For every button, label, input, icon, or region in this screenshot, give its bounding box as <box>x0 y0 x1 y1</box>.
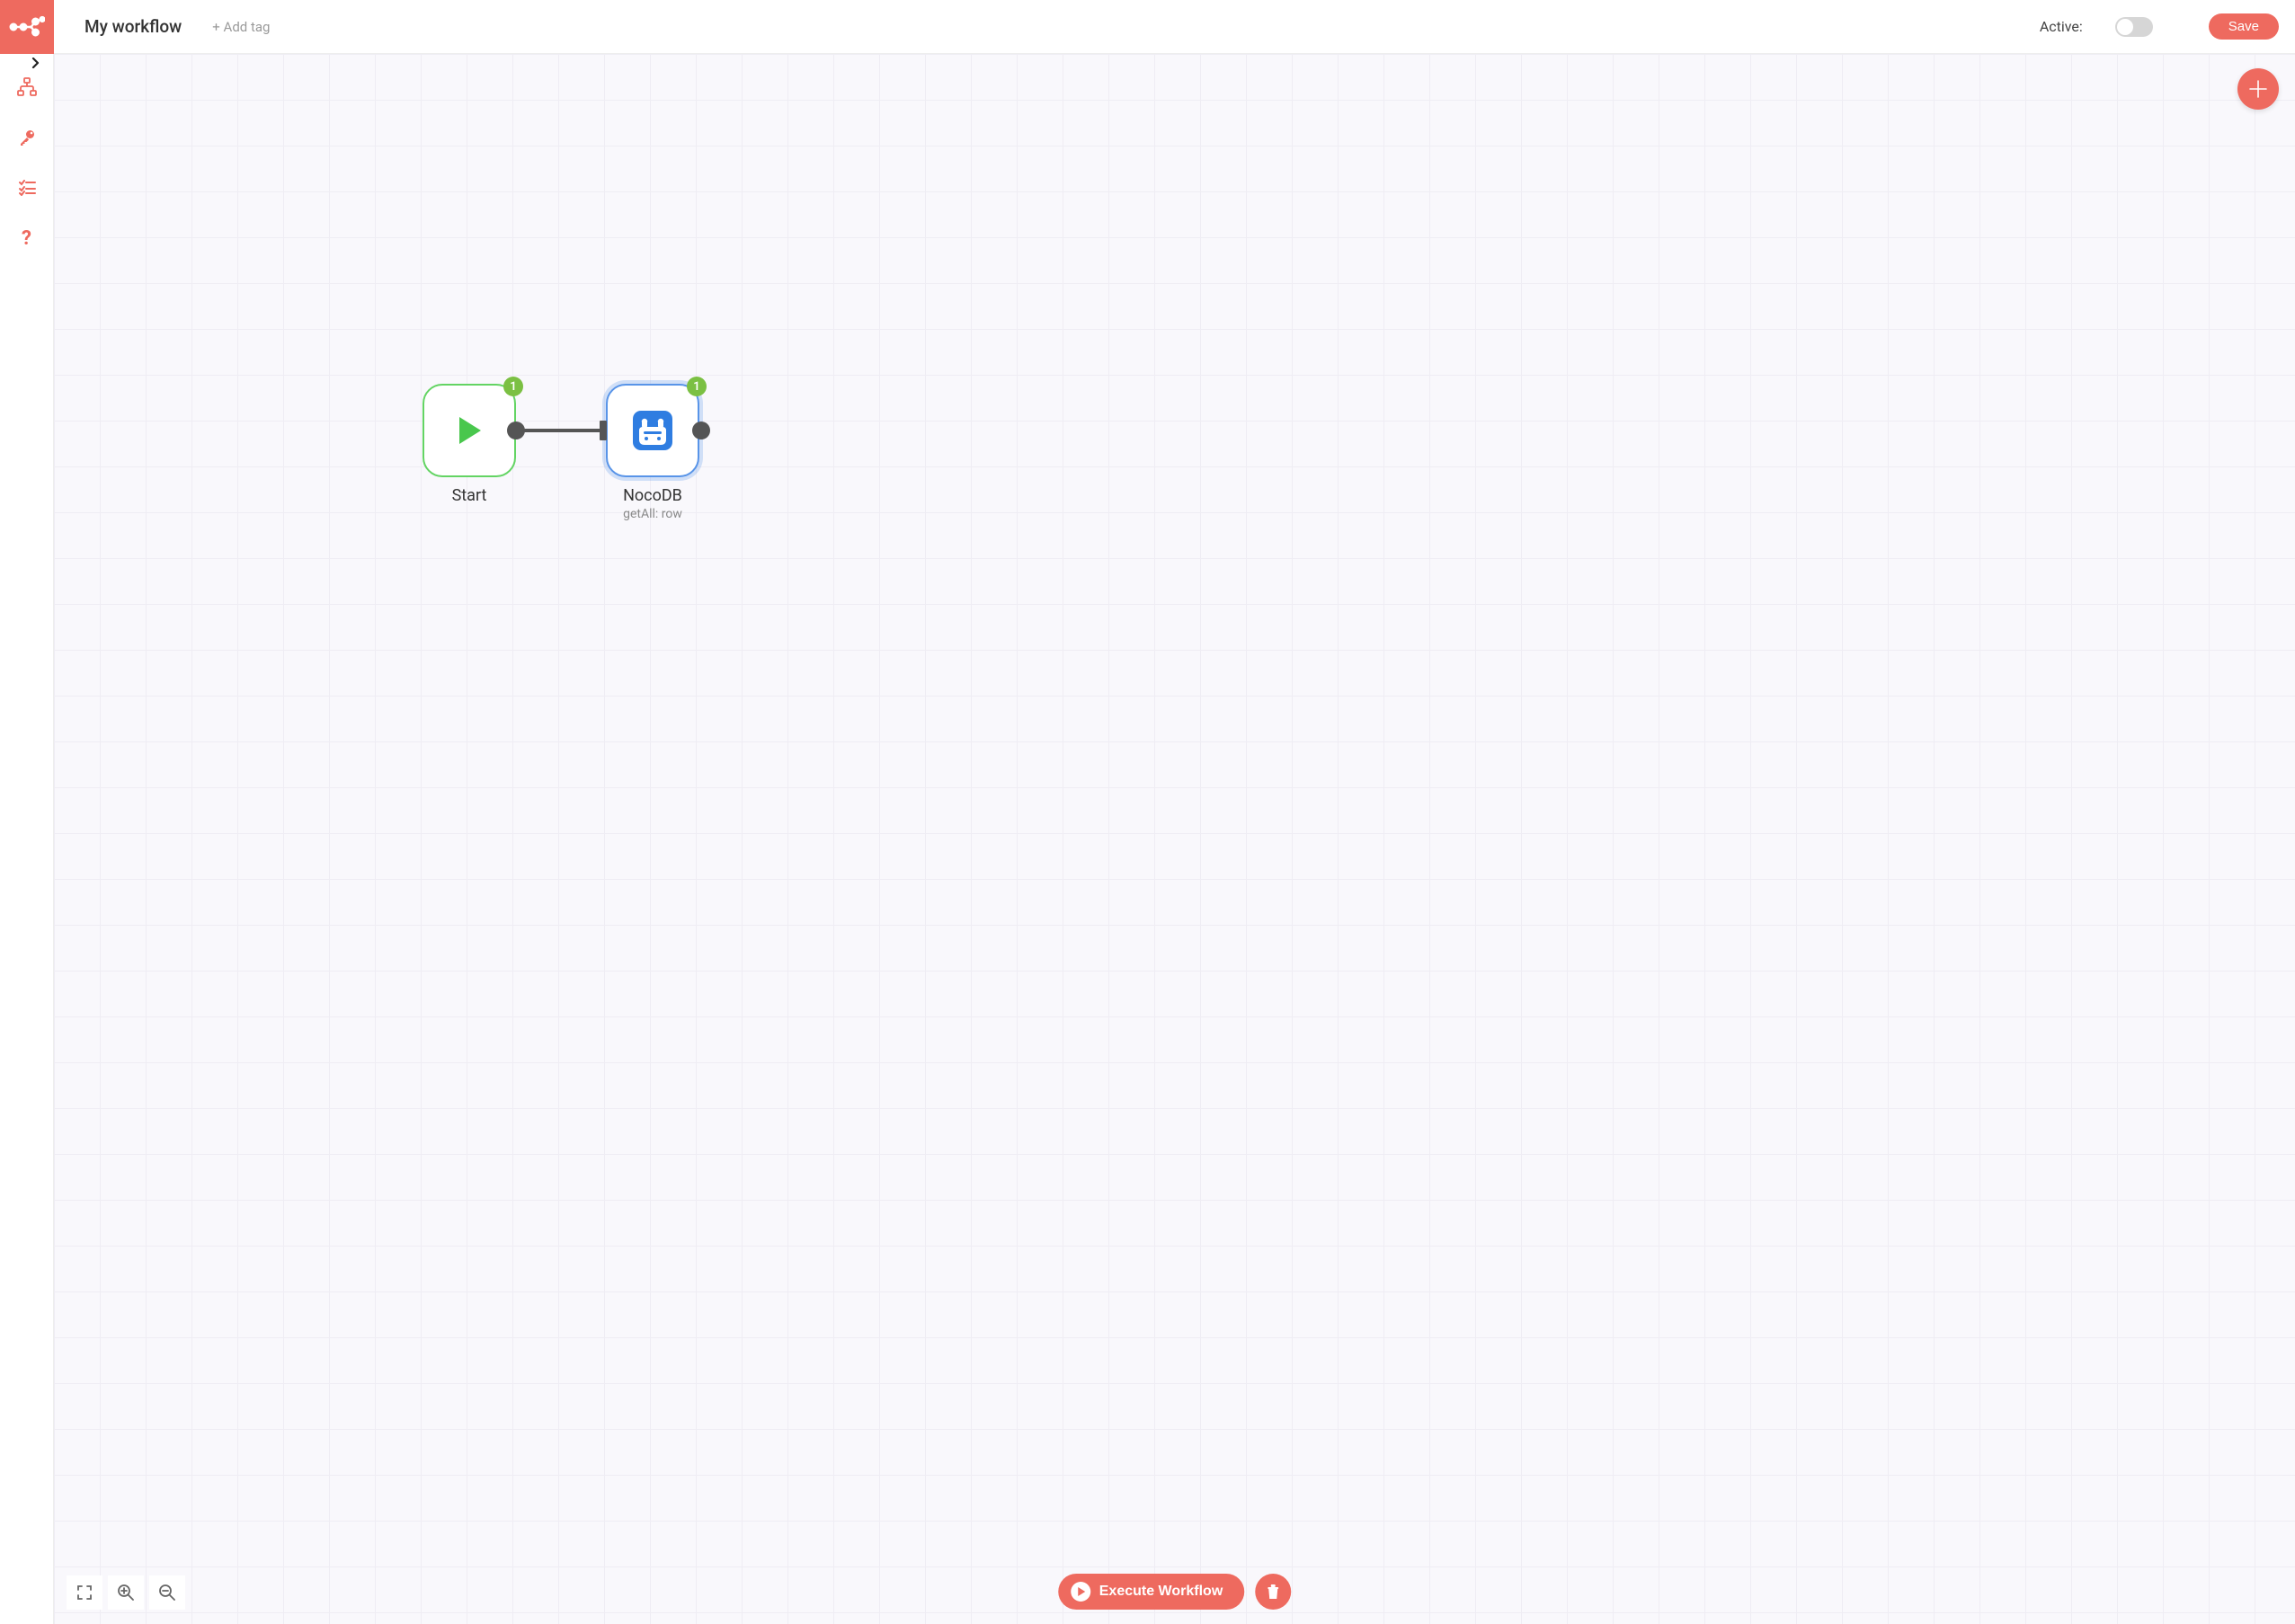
main-area: My workflow + Add tag Active: Save 1 <box>54 0 2295 1624</box>
node-nocodb[interactable]: 1 <box>606 384 699 521</box>
play-circle-icon <box>1071 1582 1090 1602</box>
credentials-nav[interactable] <box>17 128 37 147</box>
sidebar: ? <box>0 0 54 1624</box>
zoom-out-button[interactable] <box>149 1575 185 1610</box>
input-port[interactable] <box>600 421 607 440</box>
fit-view-icon <box>76 1584 93 1601</box>
chevron-right-icon <box>31 58 41 68</box>
node-run-count-badge: 1 <box>503 377 523 396</box>
zoom-controls <box>67 1575 185 1610</box>
app-logo[interactable] <box>0 0 54 54</box>
n8n-logo-icon <box>9 14 45 40</box>
output-port[interactable] <box>507 422 525 439</box>
clear-execution-button[interactable] <box>1255 1574 1291 1610</box>
executions-icon <box>18 180 36 196</box>
node-layer: 1 Start 1 <box>54 54 2295 1624</box>
node-subtitle: getAll: row <box>623 507 682 521</box>
output-port[interactable] <box>692 422 710 439</box>
active-toggle[interactable] <box>2115 17 2153 37</box>
play-icon <box>450 412 488 449</box>
sidebar-nav: ? <box>17 77 37 248</box>
canvas-footer-actions: Execute Workflow <box>1058 1574 1292 1610</box>
expand-sidebar-button[interactable] <box>23 54 49 72</box>
execute-workflow-button[interactable]: Execute Workflow <box>1058 1574 1245 1610</box>
workflow-canvas[interactable]: 1 Start 1 <box>54 54 2295 1624</box>
save-button[interactable]: Save <box>2209 13 2279 40</box>
node-run-count-badge: 1 <box>687 377 707 396</box>
node-start[interactable]: 1 Start <box>423 384 516 505</box>
key-icon <box>18 129 36 146</box>
zoom-out-icon <box>158 1584 176 1602</box>
zoom-in-icon <box>117 1584 135 1602</box>
active-label: Active: <box>2040 18 2083 35</box>
nocodb-icon <box>631 409 674 452</box>
executions-nav[interactable] <box>17 178 37 198</box>
node-label: NocoDB <box>623 486 682 505</box>
node-label: Start <box>452 486 487 505</box>
workflow-title[interactable]: My workflow <box>85 16 182 37</box>
help-icon: ? <box>22 227 31 250</box>
add-tag-button[interactable]: + Add tag <box>212 19 270 35</box>
help-nav[interactable]: ? <box>17 228 37 248</box>
fit-view-button[interactable] <box>67 1575 102 1610</box>
execute-label: Execute Workflow <box>1099 1584 1223 1600</box>
toggle-knob <box>2117 19 2133 35</box>
workflows-icon <box>17 77 37 97</box>
edge-start-to-nocodb[interactable] <box>521 429 607 432</box>
topbar: My workflow + Add tag Active: Save <box>54 0 2295 54</box>
trash-icon <box>1266 1584 1280 1600</box>
zoom-in-button[interactable] <box>108 1575 144 1610</box>
workflows-nav[interactable] <box>17 77 37 97</box>
